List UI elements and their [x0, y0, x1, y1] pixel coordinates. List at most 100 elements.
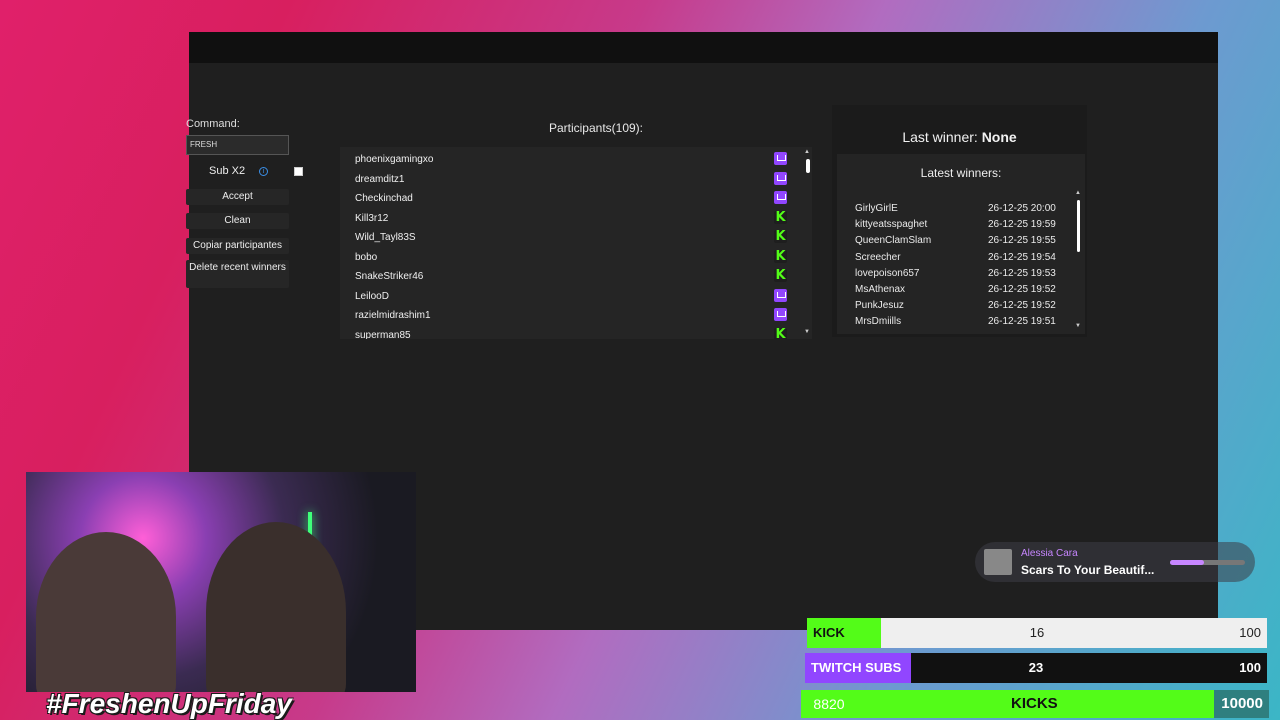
info-icon[interactable]: i — [259, 166, 269, 176]
controls-panel: Command: — [186, 118, 306, 155]
last-winner: Last winner: None — [832, 129, 1087, 145]
winner-time: 26-12-25 19:55 — [988, 235, 1056, 247]
kick-icon: K — [774, 248, 787, 264]
kick-icon: K — [774, 268, 787, 283]
streamer-right — [206, 522, 346, 692]
latest-winners-box: Latest winners: GirlyGirlE 26-12-25 20:00… — [837, 154, 1085, 334]
winner-time: 26-12-25 19:52 — [988, 300, 1056, 312]
twitch-icon — [774, 288, 787, 302]
winners-scroll-down-arrow[interactable]: ▼ — [1075, 323, 1081, 329]
winner-time: 26-12-25 20:00 — [988, 203, 1056, 214]
participant-row: superman85 K — [340, 325, 812, 340]
scroll-down-arrow[interactable]: ▼ — [804, 329, 810, 335]
winner-time: 26-12-25 19:54 — [988, 251, 1056, 263]
winner-row: kittyeatsspaghet 26-12-25 19:59 — [855, 216, 1075, 232]
participants-scrollbar[interactable] — [806, 159, 810, 173]
participant-name: Checkinchad — [355, 193, 413, 204]
delete-recent-winners-button[interactable]: Delete recent winners — [186, 260, 289, 288]
app-title-bar — [189, 32, 1218, 63]
participants-title: Participants(109): — [548, 121, 644, 135]
participant-name: bobo — [355, 251, 378, 263]
winners-scrollbar[interactable] — [1077, 200, 1080, 252]
participant-name: LeilooD — [355, 290, 389, 302]
goal-target: 10000 — [1221, 695, 1263, 712]
webcam-feed — [26, 472, 416, 692]
copy-participants-button[interactable]: Copiar participantes — [186, 238, 289, 254]
command-label: Command: — [186, 118, 240, 130]
participant-row: Checkinchad — [340, 188, 812, 208]
winner-time: 26-12-25 19:52 — [988, 283, 1056, 295]
goal-label: KICK SUBS — [807, 618, 881, 648]
winner-name: GirlyGirlE — [855, 203, 898, 214]
hashtag-banner: #FreshenUpFriday — [46, 688, 292, 719]
winner-name: HighlanderGamesMN — [855, 333, 951, 334]
winners-scroll-up-arrow[interactable]: ▲ — [1075, 190, 1081, 196]
winner-name: Screecher — [855, 251, 901, 263]
winner-row: PunkJesuz 26-12-25 19:52 — [855, 297, 1075, 313]
winner-name: kittyeatsspaghet — [855, 219, 928, 231]
winner-row: MsAthenax 26-12-25 19:52 — [855, 281, 1075, 297]
participant-row: dreamditz1 — [340, 169, 812, 189]
participant-name: SnakeStriker46 — [355, 271, 424, 282]
goal-current: 8820 — [813, 696, 845, 712]
album-art — [984, 549, 1012, 575]
goal-current: 16 — [1029, 625, 1045, 640]
winner-time: 26-12-25 19:51 — [988, 316, 1056, 328]
kick-icon: K — [774, 209, 787, 225]
last-winner-value: None — [981, 129, 1017, 145]
winner-name: PunkJesuz — [855, 300, 904, 312]
winner-time: 26-12-25 19:49 — [988, 333, 1056, 334]
participants-list[interactable]: phoenixgamingxo dreamditz1 Checkinchad Kill… — [340, 147, 812, 339]
twitch-icon — [774, 191, 787, 204]
sub-x2-label: Sub X2 — [209, 165, 246, 177]
winner-name: MsAthenax — [855, 283, 906, 295]
kick-icon: K — [774, 326, 787, 339]
latest-winners-list[interactable]: GirlyGirlE 26-12-25 20:00 kittyeatsspaghet… — [855, 200, 1075, 333]
participant-name: superman85 — [355, 329, 411, 340]
scroll-up-arrow[interactable]: ▲ — [804, 149, 810, 155]
now-playing-widget: Alessia Cara Scars To Your Beautif... — [975, 542, 1255, 582]
participant-row: razielmidrashim1 — [340, 305, 812, 325]
song-progress-fill — [1170, 560, 1204, 565]
winner-name: QueenClamSlam — [855, 235, 932, 247]
now-playing-artist: Alessia Cara — [1021, 548, 1078, 559]
winners-panel: Last winner: None Latest winners: GirlyG… — [832, 105, 1087, 337]
winner-row: Screecher 26-12-25 19:54 — [855, 249, 1075, 265]
participant-row: bobo K — [340, 247, 812, 267]
twitch-icon — [774, 152, 787, 165]
winner-row: GirlyGirlE 26-12-25 20:00 — [855, 200, 1075, 216]
now-playing-song: Scars To Your Beautif... — [1021, 563, 1155, 577]
twitch-icon — [774, 171, 787, 185]
last-winner-label: Last winner: — [902, 129, 982, 145]
winner-time: 26-12-25 19:59 — [988, 219, 1056, 231]
accept-button[interactable]: Accept — [186, 189, 289, 205]
winner-time: 26-12-25 19:53 — [988, 267, 1056, 279]
winner-name: lovepoison657 — [855, 267, 920, 279]
participant-name: Wild_Tayl83S — [355, 232, 416, 243]
goal-label: TWITCH SUBS — [805, 653, 911, 683]
goal-target: 100 — [1239, 660, 1261, 675]
winner-row: QueenClamSlam 26-12-25 19:55 — [855, 232, 1075, 248]
participant-row: SnakeStriker46 K — [340, 266, 812, 286]
winner-row: lovepoison657 26-12-25 19:53 — [855, 265, 1075, 281]
winner-row: HighlanderGamesMN 26-12-25 19:49 — [855, 330, 1075, 334]
participant-row: Kill3r12 K — [340, 208, 812, 228]
participant-name: razielmidrashim1 — [355, 310, 431, 321]
participant-row: Wild_Tayl83S K — [340, 227, 812, 247]
goal-label: KICKS — [1011, 695, 1058, 712]
clean-button[interactable]: Clean — [186, 213, 289, 229]
command-input[interactable] — [186, 134, 289, 155]
participant-row: LeilooD — [340, 286, 812, 306]
streamer-left — [36, 532, 176, 692]
twitch-icon — [774, 308, 787, 321]
participant-name: Kill3r12 — [355, 212, 389, 224]
participant-row: phoenixgamingxo — [340, 149, 812, 169]
kick-subs-goal: KICK SUBS 16 100 — [807, 618, 1267, 648]
sub-x2-checkbox[interactable] — [294, 167, 303, 176]
latest-winners-title: Latest winners: — [920, 166, 1002, 180]
song-progress-bar — [1170, 560, 1245, 565]
winner-row: MrsDmiills 26-12-25 19:51 — [855, 313, 1075, 329]
kicks-goal: 8820 KICKS 10000 — [801, 690, 1269, 718]
goal-current: 23 — [1028, 660, 1044, 675]
participant-name: dreamditz1 — [355, 173, 405, 185]
